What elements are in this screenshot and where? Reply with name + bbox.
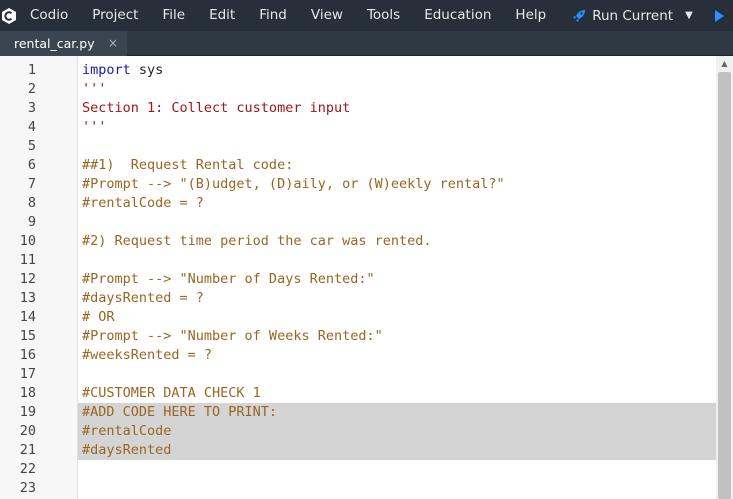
- code-editor[interactable]: 1 2 3 4 5 6 7 8 9 10 11 12 13 14 15 16 17 18 19 20 21 22 23 im…: [0, 56, 733, 499]
- code-token: #ADD CODE HERE TO PRINT:: [82, 404, 278, 420]
- menu-item-find[interactable]: Find: [247, 0, 299, 31]
- vertical-scrollbar[interactable]: ▲: [716, 56, 733, 499]
- line-number: 3: [27, 100, 36, 116]
- code-token: #Prompt --> "Number of Days Rented:": [82, 271, 375, 287]
- menu-item-education[interactable]: Education: [412, 0, 503, 31]
- line-number: 12: [19, 271, 36, 287]
- code-line[interactable]: #weeksRented = ?: [82, 346, 212, 365]
- menu-bar: Codio Project File Edit Find View Tools Educati…: [0, 0, 733, 31]
- tab-rental-car[interactable]: rental_car.py ×: [0, 31, 127, 56]
- code-line[interactable]: #Prompt --> "(B)udget, (D)aily, or (W)ee…: [82, 175, 505, 194]
- menu-item-codio[interactable]: Codio: [18, 0, 80, 31]
- line-number: 11: [19, 252, 36, 268]
- code-line[interactable]: #Prompt --> "Number of Days Rented:": [82, 270, 375, 289]
- menu-item-edit[interactable]: Edit: [197, 0, 247, 31]
- codio-logo-icon[interactable]: [0, 0, 18, 31]
- line-number: 16: [19, 347, 36, 363]
- line-number: 6: [27, 157, 36, 173]
- go-button[interactable]: Go: [699, 8, 733, 24]
- code-token: #Prompt --> "(B)udget, (D)aily, or (W)ee…: [82, 176, 505, 192]
- code-token: ##1) Request Rental code:: [82, 157, 294, 173]
- code-line[interactable]: #rentalCode: [82, 422, 171, 441]
- run-current-label: Run Current: [592, 7, 674, 24]
- code-line[interactable]: #daysRented = ?: [82, 289, 204, 308]
- rocket-icon: [573, 9, 586, 22]
- code-line[interactable]: #2) Request time period the car was rent…: [82, 232, 432, 251]
- code-line[interactable]: ''': [82, 80, 106, 99]
- play-icon: [714, 9, 724, 22]
- code-token: #daysRented: [82, 442, 172, 458]
- code-line[interactable]: ''': [82, 118, 106, 137]
- code-line[interactable]: #Prompt --> "Number of Weeks Rented:": [82, 327, 383, 346]
- code-token: #rentalCode = ?: [82, 195, 204, 211]
- line-number: 10: [19, 233, 36, 249]
- menu-item-project[interactable]: Project: [80, 0, 150, 31]
- code-token: # OR: [82, 309, 115, 325]
- code-line[interactable]: #rentalCode = ?: [82, 194, 204, 213]
- code-token: #Prompt --> "Number of Weeks Rented:": [82, 328, 383, 344]
- close-icon[interactable]: ×: [108, 36, 118, 50]
- code-line[interactable]: # OR: [82, 308, 115, 327]
- menu-item-view[interactable]: View: [299, 0, 355, 31]
- line-number: 23: [19, 480, 36, 496]
- line-number: 22: [19, 461, 36, 477]
- code-token: ''': [82, 81, 107, 97]
- menu-item-file[interactable]: File: [150, 0, 197, 31]
- line-number: 2: [27, 81, 36, 97]
- code-line[interactable]: #daysRented: [82, 441, 171, 460]
- code-token: sys: [130, 62, 164, 78]
- scroll-up-arrow-icon[interactable]: ▲: [716, 58, 733, 70]
- line-number: 19: [19, 404, 36, 420]
- line-number: 15: [19, 328, 36, 344]
- line-number: 13: [19, 290, 36, 306]
- line-number: 5: [27, 138, 36, 154]
- code-token: ''': [82, 119, 107, 135]
- line-number: 8: [27, 195, 36, 211]
- code-token: #rentalCode: [82, 423, 172, 439]
- code-line[interactable]: Section 1: Collect customer input: [82, 99, 350, 118]
- line-number: 4: [27, 119, 36, 135]
- code-token: #CUSTOMER DATA CHECK 1: [82, 385, 261, 401]
- code-token: #weeksRented = ?: [82, 347, 213, 363]
- line-number: 9: [27, 214, 36, 230]
- code-area[interactable]: import sys ''' Section 1: Collect customer…: [78, 56, 716, 499]
- line-number: 1: [27, 62, 36, 78]
- code-token: #daysRented = ?: [82, 290, 204, 306]
- tab-filename: rental_car.py: [14, 36, 95, 51]
- scroll-thumb[interactable]: [718, 72, 731, 499]
- line-number: 14: [19, 309, 36, 325]
- code-line[interactable]: #ADD CODE HERE TO PRINT:: [82, 403, 277, 422]
- run-current-button[interactable]: Run Current ▼: [558, 8, 699, 24]
- code-token: #2) Request time period the car was rent…: [82, 233, 432, 249]
- line-number: 21: [19, 442, 36, 458]
- code-line[interactable]: ##1) Request Rental code:: [82, 156, 293, 175]
- code-token: import: [82, 62, 131, 78]
- line-number: 18: [19, 385, 36, 401]
- code-token: Section 1: Collect customer input: [82, 100, 351, 116]
- code-line[interactable]: import sys: [82, 61, 163, 80]
- line-number: 17: [19, 366, 36, 382]
- line-number: 7: [27, 176, 36, 192]
- line-number: 20: [19, 423, 36, 439]
- tab-bar: rental_car.py ×: [0, 31, 733, 56]
- caret-down-icon[interactable]: ▼: [685, 10, 693, 21]
- line-number-gutter: 1 2 3 4 5 6 7 8 9 10 11 12 13 14 15 16 17 18 19 20 21 22 23: [0, 56, 78, 499]
- menu-item-help[interactable]: Help: [503, 0, 558, 31]
- menu-item-tools[interactable]: Tools: [355, 0, 412, 31]
- code-line[interactable]: #CUSTOMER DATA CHECK 1: [82, 384, 261, 403]
